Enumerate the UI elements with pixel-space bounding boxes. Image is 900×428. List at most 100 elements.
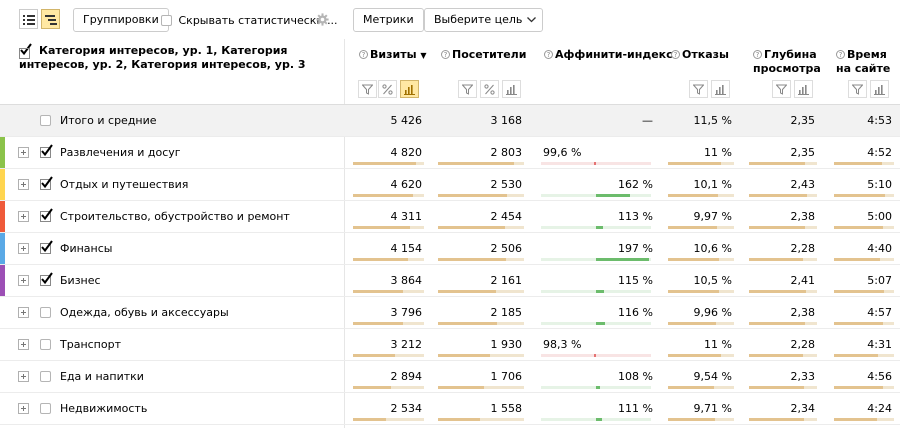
col-visits-filter-button[interactable] (358, 80, 377, 98)
totals-checkbox[interactable] (40, 115, 51, 126)
help-icon[interactable]: ? (359, 50, 368, 59)
table-row[interactable]: Еда и напитки 2 894 1 706 108 % 9,54 % 2,33 4:… (0, 361, 900, 393)
goal-select-label: Выберите цель (434, 13, 523, 26)
affinity-bar-fill (596, 258, 649, 261)
row-checkbox[interactable] (40, 307, 51, 318)
visitors-bar-fill (438, 322, 497, 325)
expand-icon[interactable] (18, 243, 29, 254)
bounce-bar-fill (668, 322, 716, 325)
col-visitors-filter-button[interactable] (458, 80, 477, 98)
time-bar-fill (834, 290, 884, 293)
col-visits-percent-button[interactable] (378, 80, 397, 98)
expand-icon[interactable] (18, 147, 29, 158)
row-checkbox[interactable] (40, 240, 53, 254)
expand-icon[interactable] (18, 179, 29, 190)
col-time-chart-button[interactable] (870, 80, 889, 98)
hide-stats-checkbox[interactable] (161, 14, 172, 26)
check-icon (41, 240, 53, 253)
expand-icon[interactable] (18, 275, 29, 286)
col-time-filter-button[interactable] (848, 80, 867, 98)
visitors-bar-fill (438, 258, 506, 261)
row-checkbox[interactable] (40, 339, 51, 350)
affinity-bar-fill (596, 386, 600, 389)
expand-icon[interactable] (18, 339, 29, 350)
report-table: Группировки Скрывать статистически ... М… (0, 0, 900, 428)
col-visitors-chart-button[interactable] (502, 80, 521, 98)
totals-label: Итого и средние (60, 114, 157, 127)
gear-icon[interactable] (316, 13, 329, 26)
col-bounce-header[interactable]: ? Отказы (671, 48, 729, 62)
col-bounce-filter-button[interactable] (689, 80, 708, 98)
bounce-bar-fill (668, 386, 714, 389)
expand-icon[interactable] (18, 307, 29, 318)
table-row[interactable]: Одежда, обувь и аксессуары 3 796 2 185 116 … (0, 297, 900, 329)
cell-time: 4:52 (867, 146, 892, 159)
col-time-header[interactable]: ? Время на сайте (836, 48, 890, 76)
cell-depth: 2,28 (790, 242, 816, 255)
col-affinity-header[interactable]: ? Аффинити-индекс (544, 48, 673, 62)
row-label[interactable]: Транспорт (60, 338, 121, 351)
expand-icon[interactable] (18, 211, 29, 222)
table-row[interactable]: Строительство, обустройство и ремонт 4 31… (0, 201, 900, 233)
col-depth-header[interactable]: ? Глубина просмотра (753, 48, 821, 76)
bar-chart-icon (715, 85, 726, 95)
metrics-button[interactable]: Метрики (353, 8, 424, 32)
row-label[interactable]: Финансы (60, 242, 112, 255)
depth-bar-fill (749, 162, 805, 165)
row-checkbox[interactable] (40, 144, 53, 158)
totals-visitors: 3 168 (490, 114, 523, 127)
col-depth-filter-button[interactable] (772, 80, 791, 98)
cell-visits: 4 620 (390, 178, 423, 191)
col-visits-chart-button[interactable] (400, 80, 419, 98)
row-label[interactable]: Одежда, обувь и аксессуары (60, 306, 229, 319)
list-view-button[interactable] (19, 9, 38, 29)
col-visitors-header[interactable]: ? Посетители (441, 48, 526, 62)
table-row[interactable]: Развлечения и досуг 4 820 2 803 99,6 % 11 % 2… (0, 137, 900, 169)
expand-icon[interactable] (18, 371, 29, 382)
row-label[interactable]: Развлечения и досуг (60, 146, 181, 159)
row-label[interactable]: Строительство, обустройство и ремонт (60, 210, 290, 223)
row-label[interactable]: Недвижимость (60, 402, 147, 415)
col-depth-chart-button[interactable] (794, 80, 813, 98)
col-visitors-percent-button[interactable] (480, 80, 499, 98)
row-checkbox[interactable] (40, 371, 51, 382)
row-checkbox[interactable] (40, 176, 53, 190)
visits-bar-fill (353, 162, 416, 165)
cell-visitors: 2 454 (490, 210, 523, 223)
help-icon[interactable]: ? (753, 50, 762, 59)
table-row[interactable]: Отдых и путешествия 4 620 2 530 162 % 10,1 %… (0, 169, 900, 201)
table-row[interactable]: Финансы 4 154 2 506 197 % 10,6 % 2,28 4:40 (0, 233, 900, 265)
visits-bar-fill (353, 258, 408, 261)
row-checkbox[interactable] (40, 272, 53, 286)
cell-time: 4:56 (867, 370, 892, 383)
col-bounce-title: Отказы (682, 48, 729, 61)
depth-bar-fill (749, 386, 804, 389)
help-icon[interactable]: ? (441, 50, 450, 59)
expand-icon[interactable] (18, 403, 29, 414)
filter-icon (362, 84, 373, 95)
row-label[interactable]: Отдых и путешествия (60, 178, 188, 191)
cell-visitors: 1 558 (490, 402, 523, 415)
table-row[interactable]: Транспорт 3 212 1 930 98,3 % 11 % 2,28 4:31 (0, 329, 900, 361)
help-icon[interactable]: ? (671, 50, 680, 59)
row-label[interactable]: Бизнес (60, 274, 101, 287)
cell-visits: 3 212 (390, 338, 423, 351)
groupings-button[interactable]: Группировки (73, 8, 169, 32)
table-row[interactable]: Недвижимость 2 534 1 558 111 % 9,71 % 2,34 4:2… (0, 393, 900, 425)
cell-depth: 2,34 (790, 402, 816, 415)
table-row[interactable]: Бизнес 3 864 2 161 115 % 10,5 % 2,41 5:07 (0, 265, 900, 297)
col-bounce-chart-button[interactable] (711, 80, 730, 98)
cell-affinity: 197 % (618, 242, 653, 255)
tree-view-button[interactable] (41, 9, 60, 29)
row-checkbox[interactable] (40, 403, 51, 414)
hide-stats-toggle[interactable]: Скрывать статистически ... (161, 13, 338, 27)
check-icon (41, 176, 53, 189)
row-label[interactable]: Еда и напитки (60, 370, 144, 383)
col-visits-header[interactable]: ? Визиты ▼ (359, 48, 427, 63)
help-icon[interactable]: ? (544, 50, 553, 59)
help-icon[interactable]: ? (836, 50, 845, 59)
totals-bounce: 11,5 % (693, 114, 732, 127)
cell-time: 4:40 (867, 242, 892, 255)
row-checkbox[interactable] (40, 208, 53, 222)
goal-select[interactable]: Выберите цель (424, 8, 544, 32)
